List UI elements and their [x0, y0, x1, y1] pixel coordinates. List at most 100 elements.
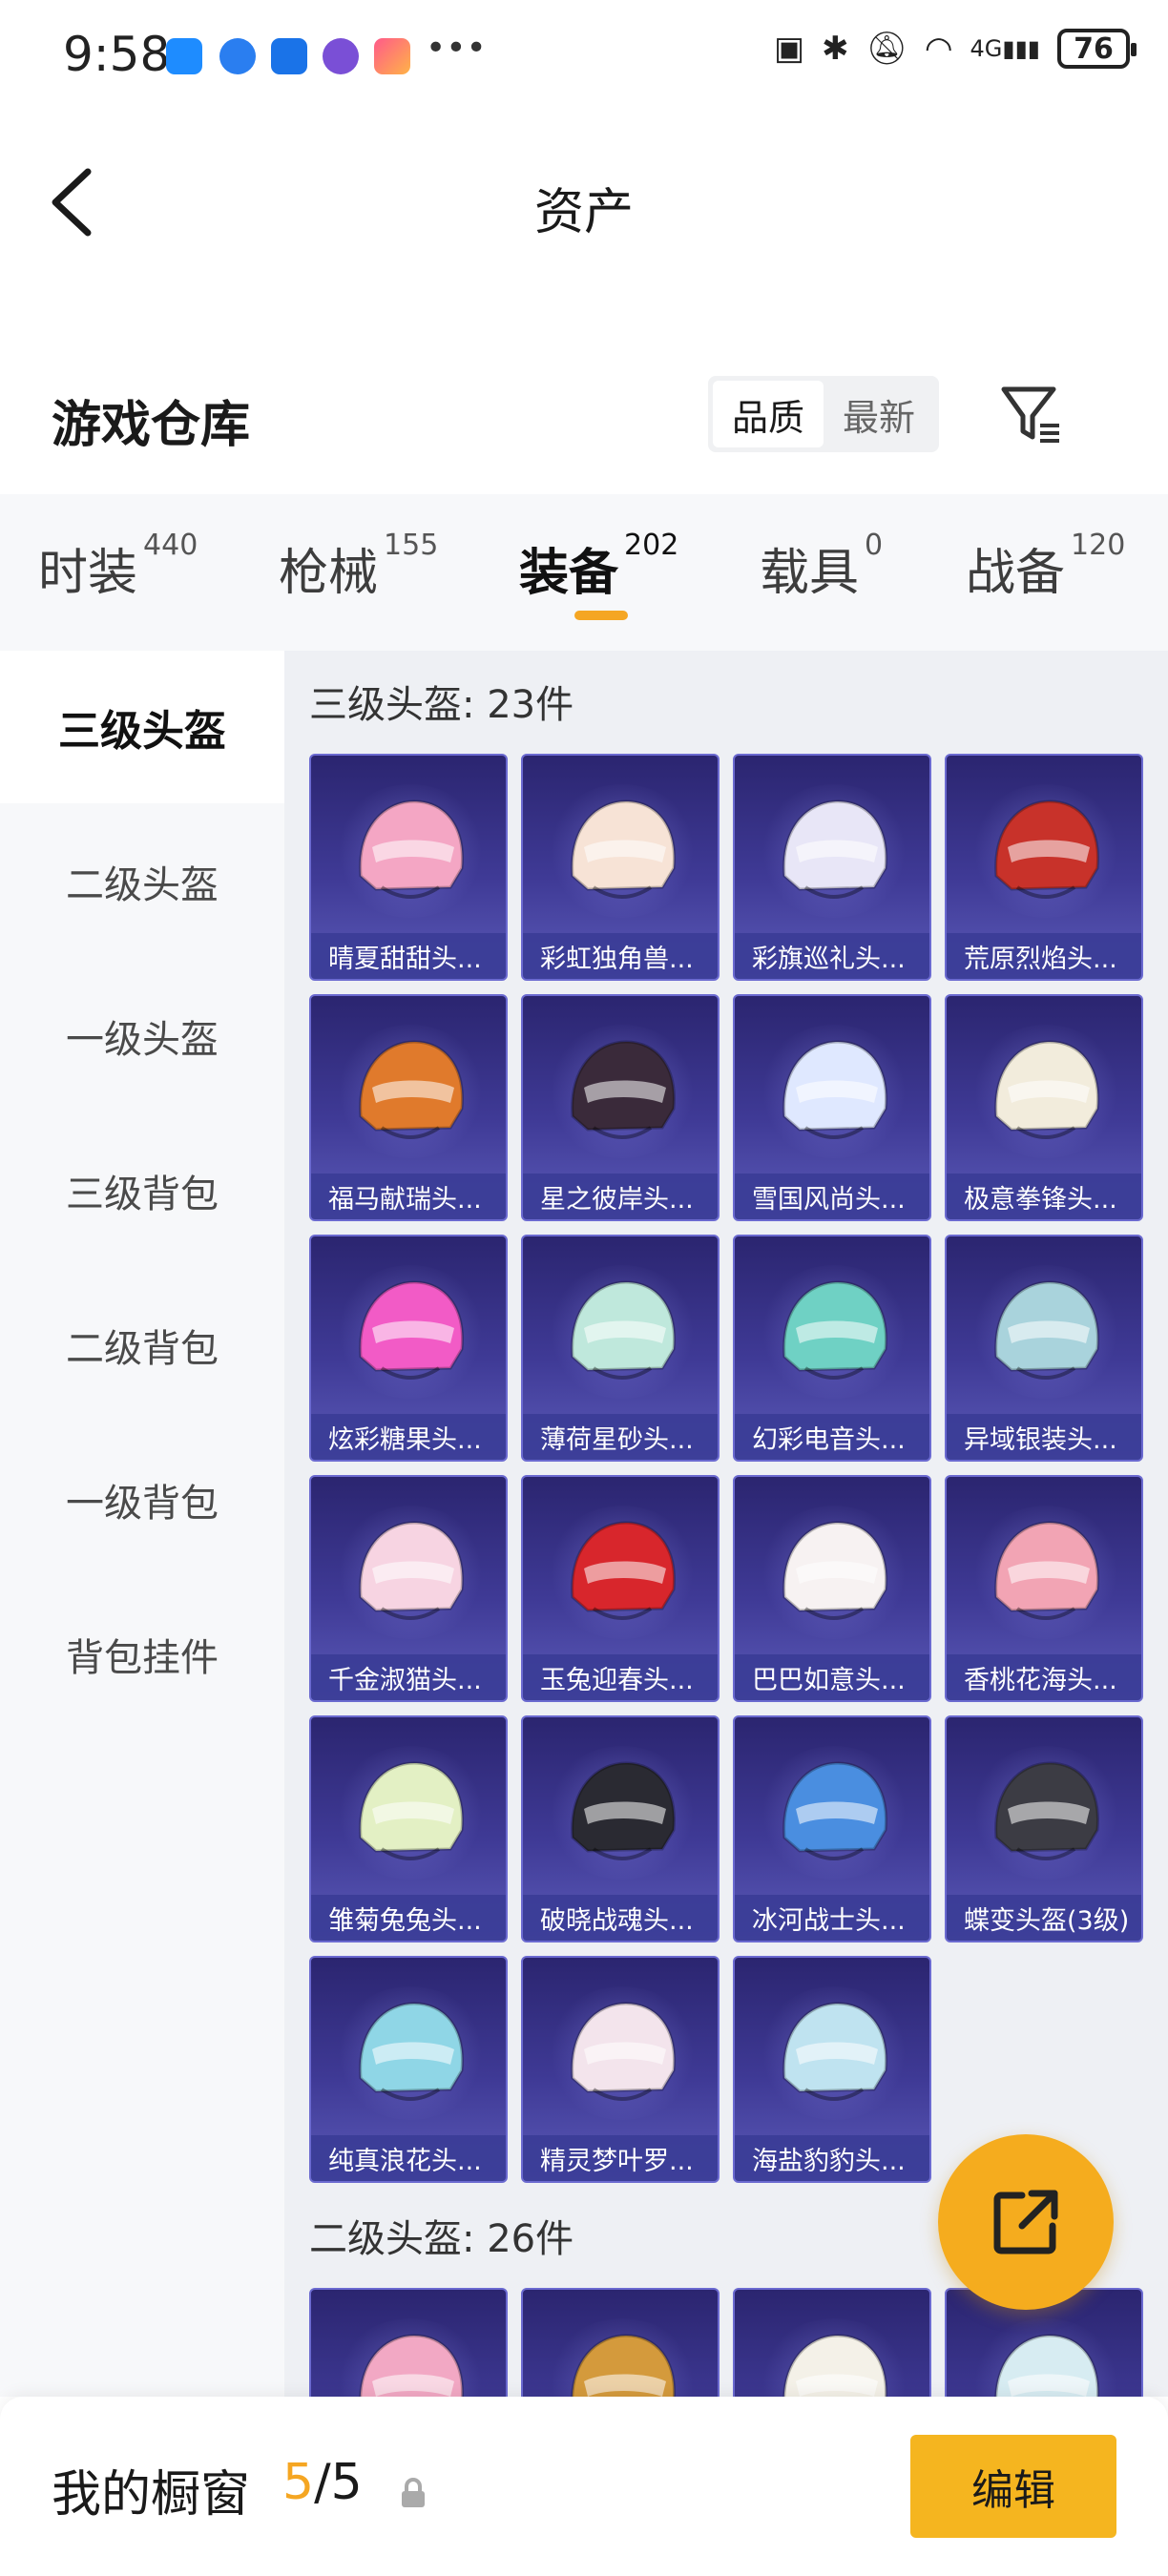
item-card[interactable]: 巴巴如意头...	[733, 1475, 931, 1702]
sort-by-quality-button[interactable]: 品质	[713, 381, 824, 447]
item-name: 异域银装头...	[947, 1414, 1141, 1460]
mobile-signal-icon: 4G▮▮▮	[970, 35, 1041, 62]
helmet-icon	[994, 1280, 1099, 1380]
page-title: 资产	[533, 184, 634, 241]
helmet-icon	[782, 2334, 887, 2397]
nfc-icon: ▣	[774, 30, 805, 68]
helmet-icon	[994, 800, 1099, 899]
item-card[interactable]: 彩旗巡礼头...	[733, 754, 931, 981]
item-card[interactable]: 薄荷星砂头...	[521, 1235, 720, 1462]
item-name: 精灵梦叶罗...	[523, 2135, 718, 2181]
sidebar-item-backpack-charm[interactable]: 背包挂件	[0, 1578, 284, 1731]
helmet-icon	[359, 1521, 464, 1620]
helmet-icon	[782, 2002, 887, 2101]
helmet-icon	[571, 2002, 676, 2101]
item-card[interactable]: 极意拳锋头...	[945, 994, 1143, 1221]
item-card[interactable]: 玉兔迎春头...	[521, 1475, 720, 1702]
item-name: 海盐豹豹头...	[735, 2135, 929, 2181]
category-tabs: 时装 440 枪械 155 装备 202 载具 0 战备 120	[0, 494, 1168, 651]
notification-app-icon	[374, 38, 410, 74]
helmet-icon	[359, 1761, 464, 1860]
item-name: 晴夏甜甜头...	[311, 933, 506, 979]
item-card[interactable]	[309, 2288, 508, 2397]
group-title: 二级头盔: 26件	[309, 2217, 574, 2261]
item-card[interactable]: 纯真浪花头...	[309, 1956, 508, 2183]
item-card[interactable]	[521, 2288, 720, 2397]
item-name: 雪国风尚头...	[735, 1174, 929, 1219]
item-card[interactable]: 千金淑猫头...	[309, 1475, 508, 1702]
item-card[interactable]	[733, 2288, 931, 2397]
notification-app-icon	[271, 38, 307, 74]
notification-app-icon	[166, 38, 202, 74]
item-card[interactable]: 香桃花海头...	[945, 1475, 1143, 1702]
helmet-icon	[994, 1040, 1099, 1139]
sidebar-item-level3-backpack[interactable]: 三级背包	[0, 1114, 284, 1267]
helmet-icon	[359, 2334, 464, 2397]
item-card[interactable]: 异域银装头...	[945, 1235, 1143, 1462]
helmet-icon	[994, 2334, 1099, 2397]
sort-toggle: 品质 最新	[708, 376, 939, 452]
helmet-icon	[571, 1280, 676, 1380]
notification-app-icon	[323, 38, 359, 74]
item-card[interactable]: 精灵梦叶罗...	[521, 1956, 720, 2183]
mute-bell-icon: 🔕︎	[866, 30, 907, 68]
tab-fashion[interactable]: 时装 440	[38, 529, 198, 604]
item-card[interactable]: 雪国风尚头...	[733, 994, 931, 1221]
bluetooth-icon: ✱	[822, 30, 849, 68]
item-card[interactable]: 彩虹独角兽...	[521, 754, 720, 981]
tab-equipment[interactable]: 装备 202	[519, 529, 678, 604]
item-name: 薄荷星砂头...	[523, 1414, 718, 1460]
helmet-icon	[571, 800, 676, 899]
helmet-icon	[994, 1521, 1099, 1620]
helmet-icon	[571, 2334, 676, 2397]
item-card[interactable]: 晴夏甜甜头...	[309, 754, 508, 981]
sidebar-item-level1-backpack[interactable]: 一级背包	[0, 1423, 284, 1576]
item-name: 千金淑猫头...	[311, 1654, 506, 1700]
sidebar-item-level3-helmet[interactable]: 三级头盔	[0, 651, 284, 803]
item-card[interactable]: 幻彩电音头...	[733, 1235, 931, 1462]
item-card[interactable]: 破晓战魂头...	[521, 1715, 720, 1942]
item-card[interactable]: 雏菊兔兔头...	[309, 1715, 508, 1942]
showcase-label: 我的橱窗	[52, 2466, 251, 2524]
tab-supplies[interactable]: 战备 120	[966, 529, 1125, 604]
item-name: 纯真浪花头...	[311, 2135, 506, 2181]
item-card[interactable]: 荒原烈焰头...	[945, 754, 1143, 981]
sort-by-newest-button[interactable]: 最新	[824, 381, 934, 447]
edit-button[interactable]: 编辑	[910, 2435, 1116, 2538]
showcase-bar: 我的橱窗 5/5 编辑	[0, 2397, 1168, 2576]
sidebar-item-level2-helmet[interactable]: 二级头盔	[0, 805, 284, 958]
active-tab-indicator	[574, 611, 628, 620]
filter-icon[interactable]	[998, 382, 1065, 448]
helmet-icon	[359, 1040, 464, 1139]
notification-app-icon	[219, 38, 256, 74]
helmet-icon	[782, 1521, 887, 1620]
item-name: 星之彼岸头...	[523, 1174, 718, 1219]
group-title: 三级头盔: 23件	[309, 683, 574, 727]
tab-vehicles[interactable]: 载具 0	[760, 529, 883, 604]
item-card[interactable]: 炫彩糖果头...	[309, 1235, 508, 1462]
item-name: 雏菊兔兔头...	[311, 1895, 506, 1941]
sidebar-item-level1-helmet[interactable]: 一级头盔	[0, 960, 284, 1112]
item-card[interactable]: 星之彼岸头...	[521, 994, 720, 1221]
sidebar: 三级头盔 二级头盔 一级头盔 三级背包 二级背包 一级背包 背包挂件	[0, 651, 284, 2397]
item-card[interactable]: 蝶变头盔(3级)	[945, 1715, 1143, 1942]
helmet-icon	[994, 1761, 1099, 1860]
helmet-icon	[571, 1761, 676, 1860]
item-name: 炫彩糖果头...	[311, 1414, 506, 1460]
item-card[interactable]: 海盐豹豹头...	[733, 1956, 931, 2183]
helmet-icon	[782, 1040, 887, 1139]
more-notifications-icon: •••	[426, 29, 487, 68]
item-name: 蝶变头盔(3级)	[947, 1895, 1141, 1941]
item-card[interactable]: 福马献瑞头...	[309, 994, 508, 1221]
status-time: 9:58	[63, 27, 171, 82]
item-name: 福马献瑞头...	[311, 1174, 506, 1219]
item-name: 冰河战士头...	[735, 1895, 929, 1941]
tab-weapons[interactable]: 枪械 155	[279, 529, 438, 604]
battery-indicator: 76	[1057, 29, 1137, 69]
item-name: 幻彩电音头...	[735, 1414, 929, 1460]
share-button[interactable]	[938, 2134, 1114, 2310]
item-card[interactable]: 冰河战士头...	[733, 1715, 931, 1942]
warehouse-title: 游戏仓库	[52, 397, 251, 454]
sidebar-item-level2-backpack[interactable]: 二级背包	[0, 1269, 284, 1422]
item-name: 破晓战魂头...	[523, 1895, 718, 1941]
